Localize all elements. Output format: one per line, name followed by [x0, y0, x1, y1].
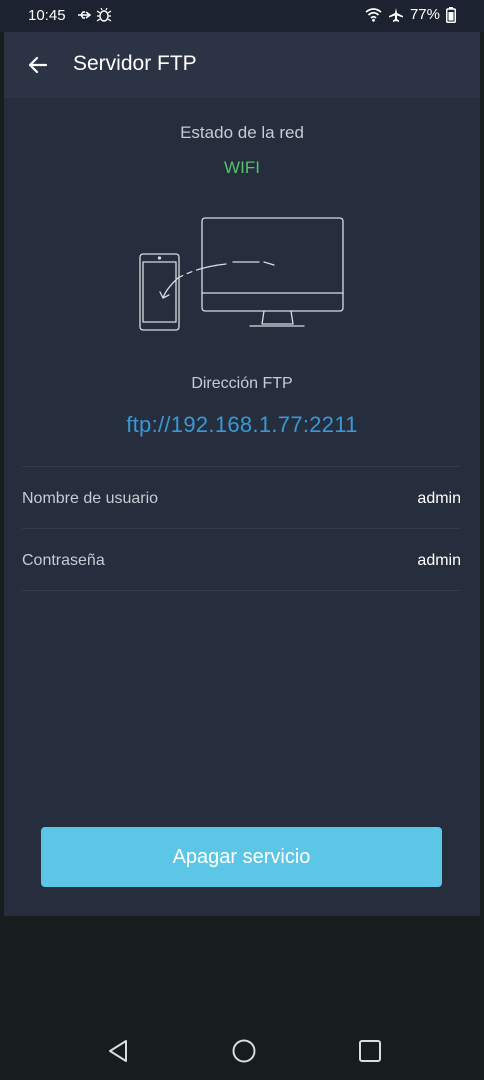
password-value: admin: [417, 552, 461, 569]
stop-service-button[interactable]: Apagar servicio: [41, 827, 442, 887]
back-button[interactable]: [22, 49, 54, 81]
network-status-value: WIFI: [224, 158, 260, 177]
system-nav-bar: [0, 1000, 484, 1080]
status-left-icons: [76, 7, 112, 23]
network-status-label: Estado de la red: [180, 123, 304, 142]
phone-to-computer-transfer-illustration: [139, 217, 344, 331]
divider: [22, 528, 460, 529]
back-arrow-icon: [28, 56, 48, 74]
status-right-icons: 77%: [365, 6, 456, 23]
status-time: 10:45: [28, 7, 66, 24]
battery-percent: 77%: [409, 6, 440, 23]
username-value: admin: [417, 490, 461, 507]
divider: [22, 466, 460, 467]
ftp-address-label: Dirección FTP: [191, 375, 293, 392]
ftp-address-value[interactable]: ftp://192.168.1.77:2211: [4, 412, 480, 438]
divider: [22, 590, 460, 591]
password-label: Contraseña: [22, 552, 105, 569]
app-screen: Servidor FTP Estado de la red WIFI Direc…: [4, 32, 480, 916]
usb-icon: [78, 11, 92, 19]
nav-home-icon[interactable]: [229, 1036, 259, 1066]
battery-icon: [446, 6, 456, 23]
status-bar: 10:45 77%: [0, 0, 484, 32]
airplane-icon: [388, 7, 403, 22]
nav-back-icon[interactable]: [103, 1036, 133, 1066]
wifi-icon: [365, 8, 382, 22]
toolbar: Servidor FTP: [4, 32, 480, 98]
nav-recents-icon[interactable]: [355, 1036, 385, 1066]
username-label: Nombre de usuario: [22, 490, 159, 507]
debug-icon: [96, 7, 112, 22]
page-title: Servidor FTP: [73, 52, 197, 75]
